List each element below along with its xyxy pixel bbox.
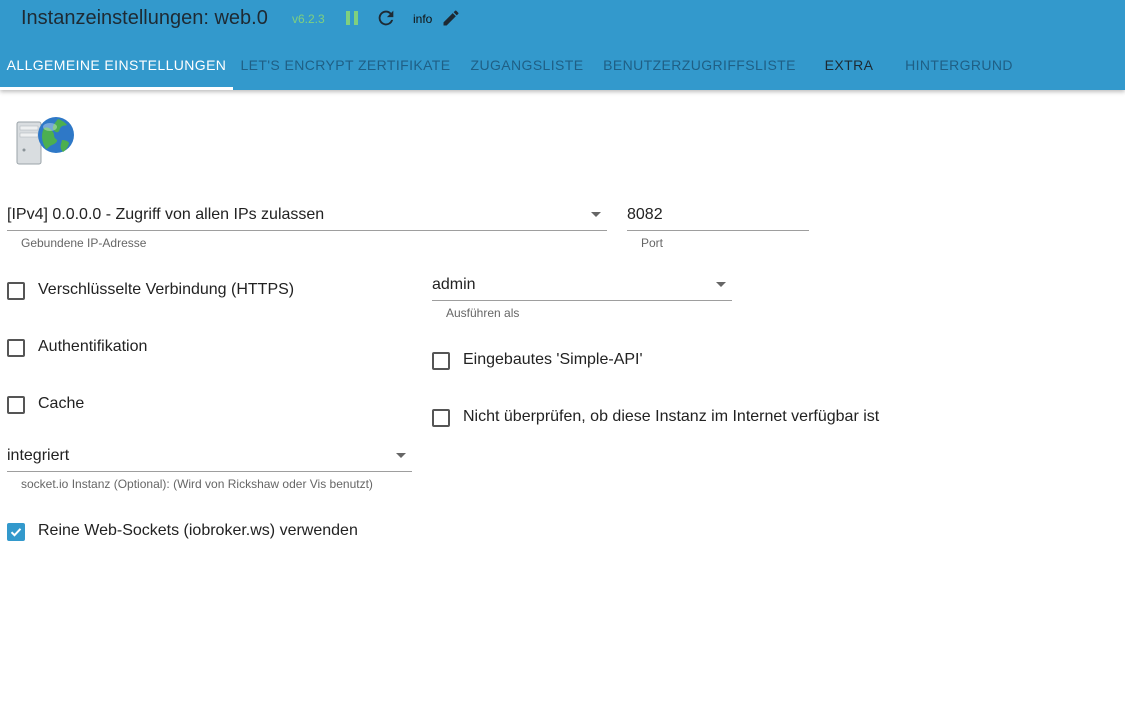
tab-background[interactable]: HINTERGRUND xyxy=(895,43,1023,87)
pure-websockets-checkbox[interactable]: Reine Web-Sockets (iobroker.ws) verwende… xyxy=(7,521,387,543)
cache-label: Cache xyxy=(38,395,85,412)
checkbox-box[interactable] xyxy=(7,396,25,414)
pause-icon[interactable] xyxy=(344,10,360,26)
simple-api-checkbox[interactable]: Eingebautes 'Simple-API' xyxy=(432,350,692,372)
checkbox-box[interactable] xyxy=(7,282,25,300)
run-as-select[interactable]: admin xyxy=(432,275,732,301)
port-input[interactable]: 8082 xyxy=(627,205,809,231)
page-title: Instanzeinstellungen: web.0 xyxy=(21,7,268,29)
server-globe-icon xyxy=(16,117,74,165)
edit-icon[interactable] xyxy=(441,8,461,28)
socketio-helper: socket.io Instanz (Optional): (Wird von … xyxy=(21,477,373,491)
checkbox-box[interactable] xyxy=(432,409,450,427)
no-internet-check-label: Nicht überprüfen, ob diese Instanz im In… xyxy=(463,408,880,425)
socketio-underline xyxy=(7,471,412,472)
tab-extra[interactable]: EXTRA xyxy=(803,43,895,87)
active-tab-indicator xyxy=(0,87,233,90)
bind-ip-select[interactable]: [IPv4] 0.0.0.0 - Zugriff von allen IPs z… xyxy=(7,205,607,231)
socketio-value: integriert xyxy=(7,447,70,464)
tab-user-access-list[interactable]: BENUTZERZUGRIFFSLISTE xyxy=(596,43,803,87)
pure-websockets-label: Reine Web-Sockets (iobroker.ws) verwende… xyxy=(38,522,358,539)
auth-label: Authentifikation xyxy=(38,338,148,355)
reload-icon[interactable] xyxy=(375,7,397,29)
https-label: Verschlüsselte Verbindung (HTTPS) xyxy=(38,281,295,298)
bind-ip-underline xyxy=(7,230,607,231)
dropdown-arrow-icon xyxy=(716,282,726,287)
checkbox-box[interactable] xyxy=(7,523,25,541)
bind-ip-helper: Gebundene IP-Adresse xyxy=(21,236,147,250)
tab-letsencrypt[interactable]: LET'S ENCRYPT ZERTIFIKATE xyxy=(233,43,458,87)
no-internet-check-checkbox[interactable]: Nicht überprüfen, ob diese Instanz im In… xyxy=(432,407,912,429)
port-underline xyxy=(627,230,809,231)
loglevel-label: info xyxy=(413,12,433,26)
app-header: Instanzeinstellungen: web.0 v6.2.3 info … xyxy=(0,0,1125,90)
dropdown-arrow-icon xyxy=(591,212,601,217)
port-value: 8082 xyxy=(627,206,663,223)
check-icon xyxy=(10,528,22,537)
run-as-value: admin xyxy=(432,276,476,293)
cache-checkbox[interactable]: Cache xyxy=(7,394,157,416)
https-checkbox[interactable]: Verschlüsselte Verbindung (HTTPS) xyxy=(7,280,307,302)
dropdown-arrow-icon xyxy=(396,453,406,458)
bind-ip-value: [IPv4] 0.0.0.0 - Zugriff von allen IPs z… xyxy=(7,206,325,223)
version-badge: v6.2.3 xyxy=(292,12,325,26)
simple-api-label: Eingebautes 'Simple-API' xyxy=(463,351,643,368)
auth-checkbox[interactable]: Authentifikation xyxy=(7,337,207,359)
tab-general-settings[interactable]: ALLGEMEINE EINSTELLUNGEN xyxy=(0,43,233,87)
tab-bar: ALLGEMEINE EINSTELLUNGEN LET'S ENCRYPT Z… xyxy=(0,43,1125,90)
checkbox-box[interactable] xyxy=(7,339,25,357)
tab-access-list[interactable]: ZUGANGSLISTE xyxy=(458,43,596,87)
checkbox-box[interactable] xyxy=(432,352,450,370)
socketio-select[interactable]: integriert xyxy=(7,446,412,472)
run-as-helper: Ausführen als xyxy=(446,306,520,320)
run-as-underline xyxy=(432,300,732,301)
port-helper: Port xyxy=(641,236,664,250)
